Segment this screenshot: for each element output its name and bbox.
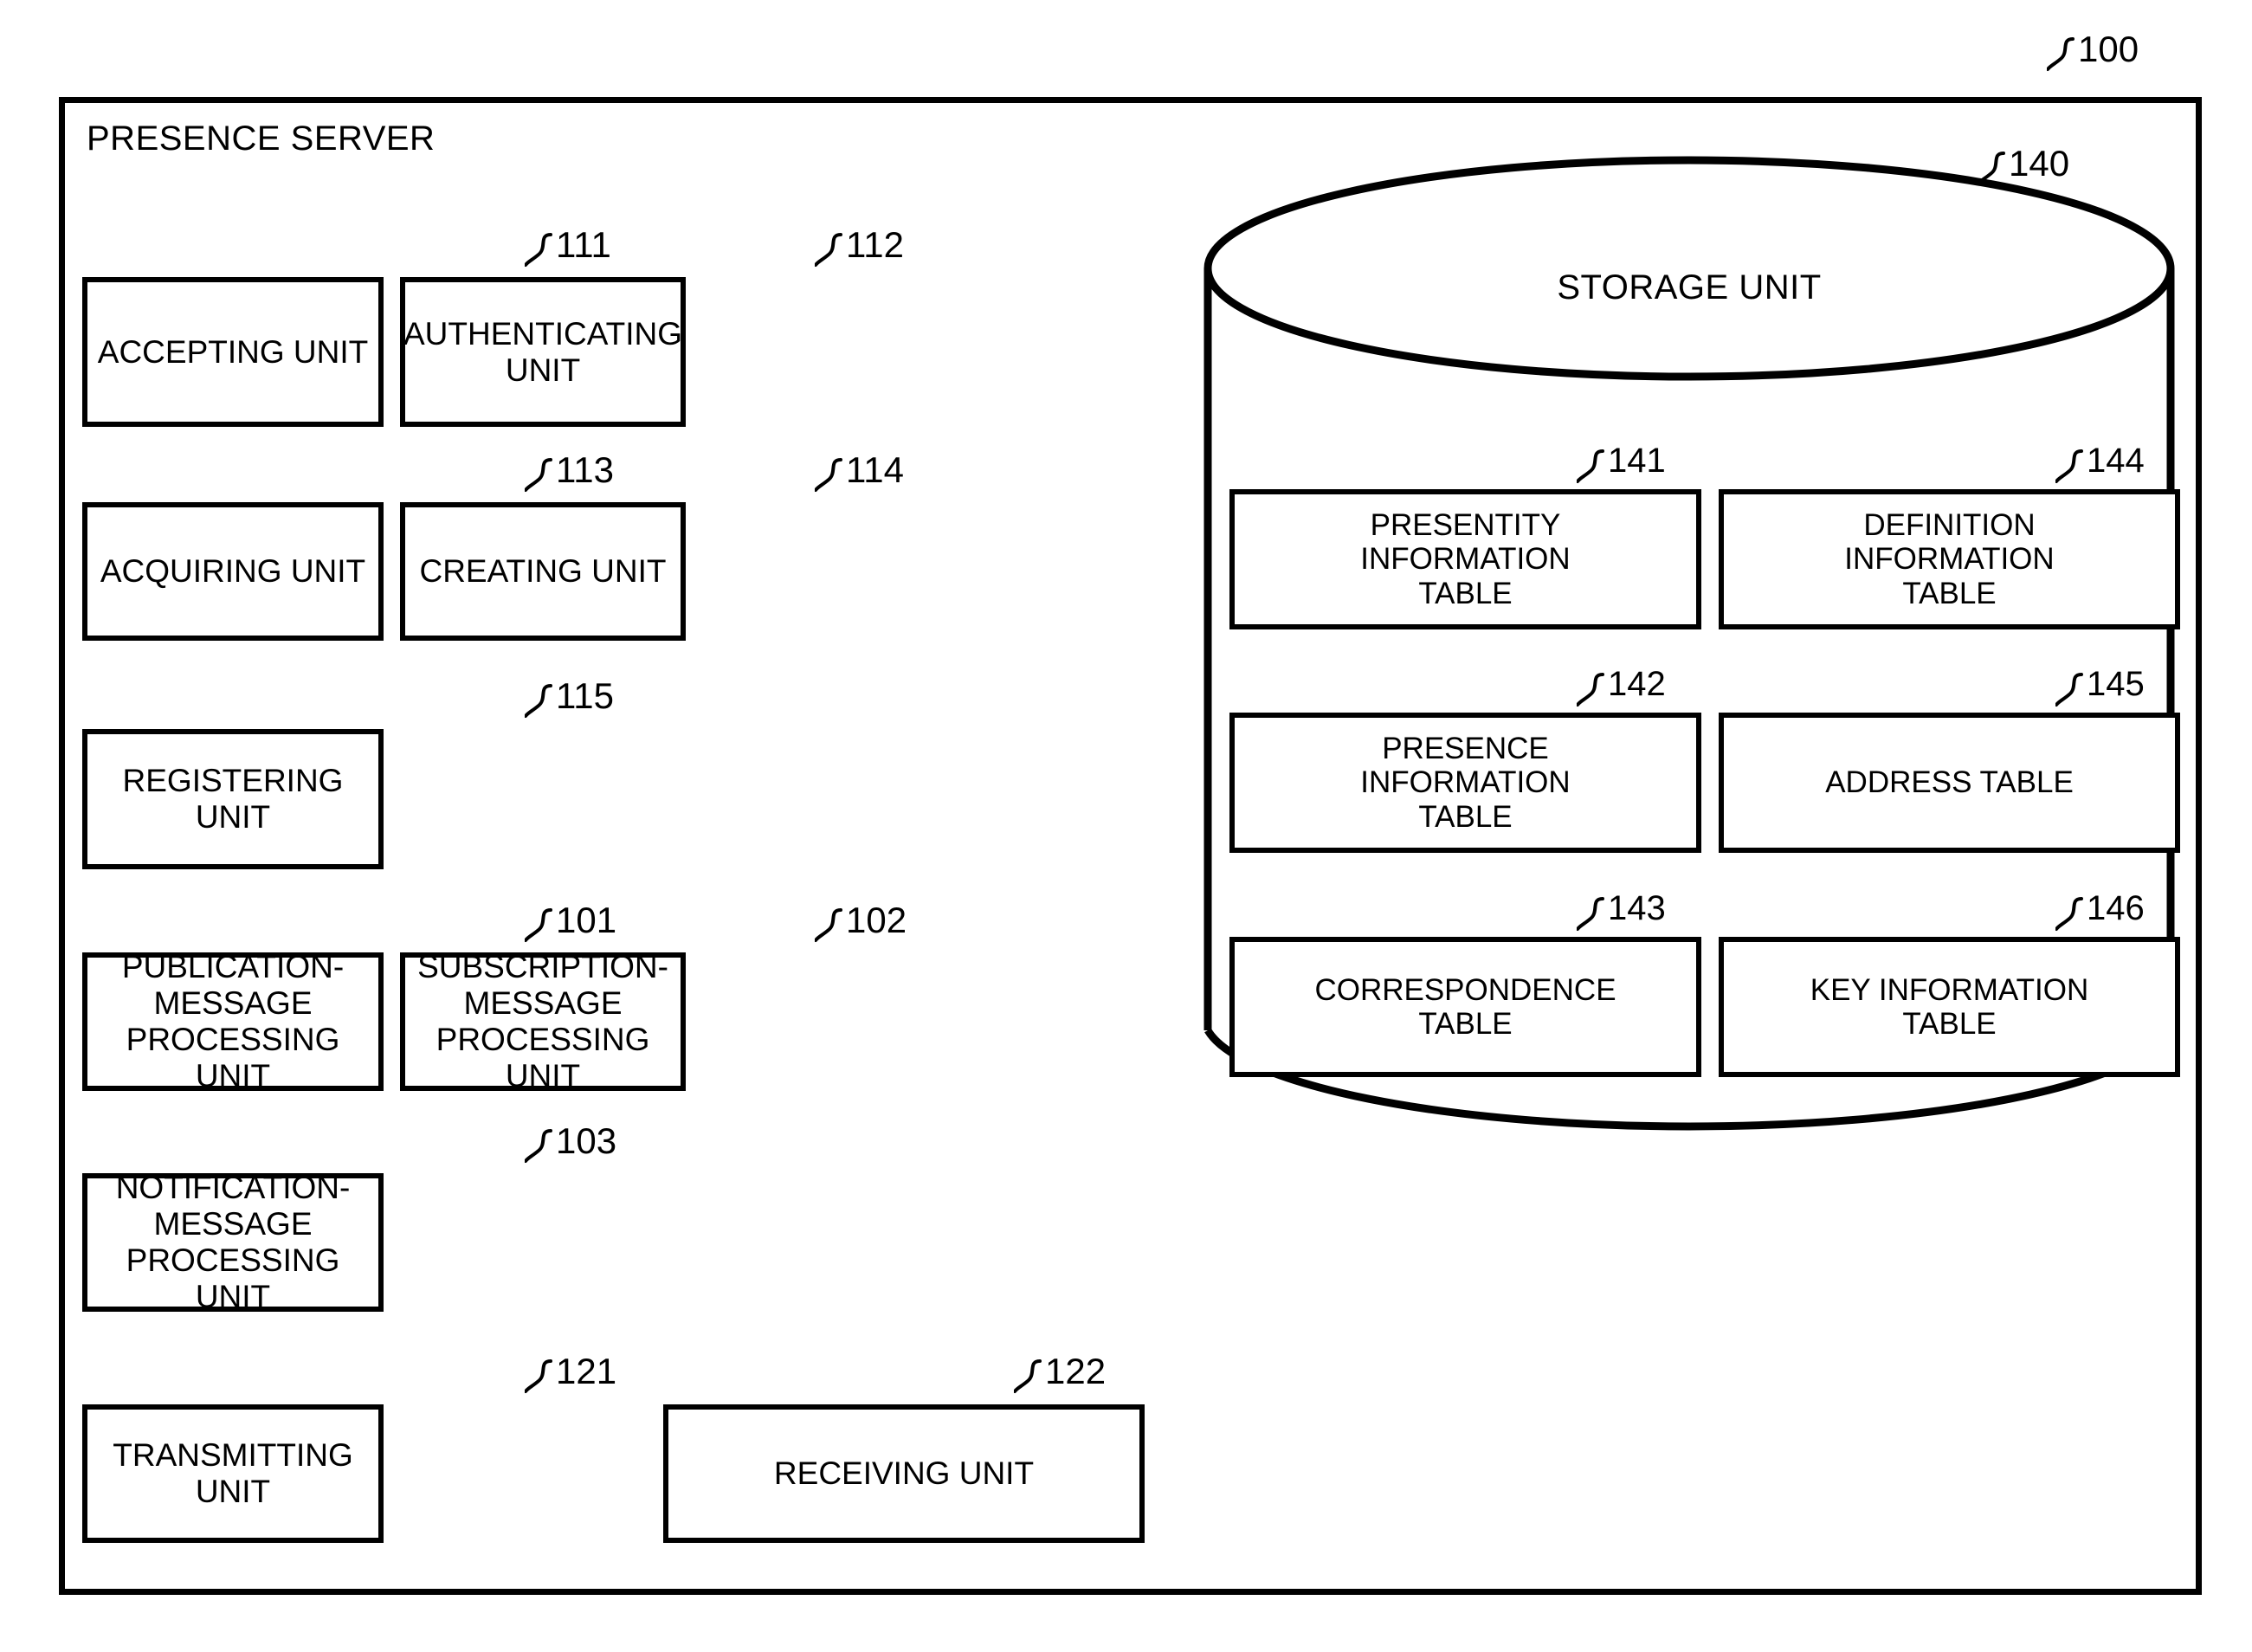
callout-114: 114 <box>815 449 904 492</box>
leader-hook-icon <box>2055 897 2083 931</box>
callout-142-label: 142 <box>1608 665 1666 703</box>
callout-142: 142 <box>1577 665 1666 707</box>
unit-label-101: PUBLICATION- MESSAGE PROCESSING UNIT <box>121 949 345 1094</box>
callout-121: 121 <box>525 1351 617 1393</box>
table-label-141: PRESENTITY INFORMATION TABLE <box>1360 508 1571 610</box>
leader-hook-icon <box>815 458 842 492</box>
callout-146-label: 146 <box>2087 889 2145 927</box>
unit-label-114: CREATING UNIT <box>419 553 667 590</box>
leader-hook-icon <box>525 908 552 942</box>
unit-label-121: TRANSMITTING UNIT <box>113 1437 353 1509</box>
leader-hook-icon <box>525 233 552 267</box>
callout-112-label: 112 <box>846 224 904 265</box>
table-box-address-table[interactable]: ADDRESS TABLE <box>1719 713 2180 853</box>
callout-146: 146 <box>2055 889 2145 931</box>
table-box-presentity-information-table[interactable]: PRESENTITY INFORMATION TABLE <box>1229 489 1701 629</box>
callout-143-label: 143 <box>1608 889 1666 927</box>
table-box-correspondence-table[interactable]: CORRESPONDENCE TABLE <box>1229 937 1701 1077</box>
unit-label-122: RECEIVING UNIT <box>773 1455 1035 1492</box>
leader-hook-icon <box>525 458 552 492</box>
table-label-145: ADDRESS TABLE <box>1825 765 2074 800</box>
unit-label-115: REGISTERING UNIT <box>122 763 344 835</box>
unit-label-112: AUTHENTICATING UNIT <box>403 315 683 388</box>
callout-121-label: 121 <box>556 1351 617 1391</box>
unit-box-publication-message-processing-unit[interactable]: PUBLICATION- MESSAGE PROCESSING UNIT <box>82 949 384 1094</box>
table-box-key-information-table[interactable]: KEY INFORMATION TABLE <box>1719 937 2180 1077</box>
leader-hook-icon <box>525 1359 552 1393</box>
callout-112: 112 <box>815 224 904 267</box>
table-label-146: KEY INFORMATION TABLE <box>1810 972 2089 1041</box>
callout-140: 140 <box>1978 143 2070 185</box>
leader-hook-icon <box>1577 673 1604 707</box>
page-title: PRESENCE SERVER <box>87 119 436 158</box>
callout-102-label: 102 <box>846 900 907 940</box>
unit-box-receiving-unit[interactable]: RECEIVING UNIT <box>663 1404 1145 1543</box>
table-box-presence-information-table[interactable]: PRESENCE INFORMATION TABLE <box>1229 713 1701 853</box>
table-box-definition-information-table[interactable]: DEFINITION INFORMATION TABLE <box>1719 489 2180 629</box>
callout-101: 101 <box>525 900 617 942</box>
callout-141-label: 141 <box>1608 442 1666 480</box>
callout-144: 144 <box>2055 442 2145 483</box>
unit-label-113: ACQUIRING UNIT <box>100 553 366 590</box>
leader-hook-icon <box>2055 673 2083 707</box>
callout-145: 145 <box>2055 665 2145 707</box>
callout-115: 115 <box>525 675 614 718</box>
callout-113: 113 <box>525 449 614 492</box>
callout-145-label: 145 <box>2087 665 2145 703</box>
callout-141: 141 <box>1577 442 1666 483</box>
leader-hook-icon <box>2055 449 2083 483</box>
callout-100-label: 100 <box>2078 29 2139 69</box>
unit-box-transmitting-unit[interactable]: TRANSMITTING UNIT <box>82 1404 384 1543</box>
unit-box-authenticating-unit[interactable]: AUTHENTICATING UNIT <box>400 277 686 427</box>
leader-hook-icon <box>2047 37 2075 71</box>
callout-144-label: 144 <box>2087 442 2145 480</box>
callout-111-label: 111 <box>556 224 611 265</box>
leader-hook-icon <box>1577 897 1604 931</box>
leader-hook-icon <box>815 908 842 942</box>
unit-label-102: SUBSCRIPTION- MESSAGE PROCESSING UNIT <box>417 949 668 1094</box>
callout-103: 103 <box>525 1120 617 1163</box>
callout-101-label: 101 <box>556 900 617 940</box>
callout-115-label: 115 <box>556 675 614 716</box>
leader-hook-icon <box>815 233 842 267</box>
leader-hook-icon <box>1978 152 2005 185</box>
unit-box-notification-message-processing-unit[interactable]: NOTIFICATION- MESSAGE PROCESSING UNIT <box>82 1170 384 1314</box>
callout-122-label: 122 <box>1045 1351 1107 1391</box>
leader-hook-icon <box>1014 1359 1042 1393</box>
callout-122: 122 <box>1014 1351 1107 1393</box>
callout-103-label: 103 <box>556 1120 617 1161</box>
unit-box-subscription-message-processing-unit[interactable]: SUBSCRIPTION- MESSAGE PROCESSING UNIT <box>400 949 686 1094</box>
unit-label-111: ACCEPTING UNIT <box>97 333 369 370</box>
callout-102: 102 <box>815 900 907 942</box>
unit-box-registering-unit[interactable]: REGISTERING UNIT <box>82 729 384 869</box>
leader-hook-icon <box>1577 449 1604 483</box>
unit-box-acquiring-unit[interactable]: ACQUIRING UNIT <box>82 502 384 641</box>
table-label-143: CORRESPONDENCE TABLE <box>1314 972 1616 1041</box>
table-label-144: DEFINITION INFORMATION TABLE <box>1844 508 2055 610</box>
table-label-142: PRESENCE INFORMATION TABLE <box>1360 732 1571 834</box>
storage-unit-label: STORAGE UNIT <box>1557 268 1822 307</box>
figure-canvas: PRESENCE SERVER 100 ACCEPTING UNIT 111 A… <box>0 0 2252 1652</box>
callout-100: 100 <box>2047 29 2139 71</box>
callout-113-label: 113 <box>556 449 614 490</box>
callout-111: 111 <box>525 224 611 267</box>
leader-hook-icon <box>525 684 552 718</box>
callout-143: 143 <box>1577 889 1666 931</box>
callout-114-label: 114 <box>846 449 904 490</box>
unit-label-103: NOTIFICATION- MESSAGE PROCESSING UNIT <box>115 1170 351 1314</box>
unit-box-creating-unit[interactable]: CREATING UNIT <box>400 502 686 641</box>
callout-140-label: 140 <box>2009 143 2070 184</box>
leader-hook-icon <box>525 1129 552 1163</box>
unit-box-accepting-unit[interactable]: ACCEPTING UNIT <box>82 277 384 427</box>
